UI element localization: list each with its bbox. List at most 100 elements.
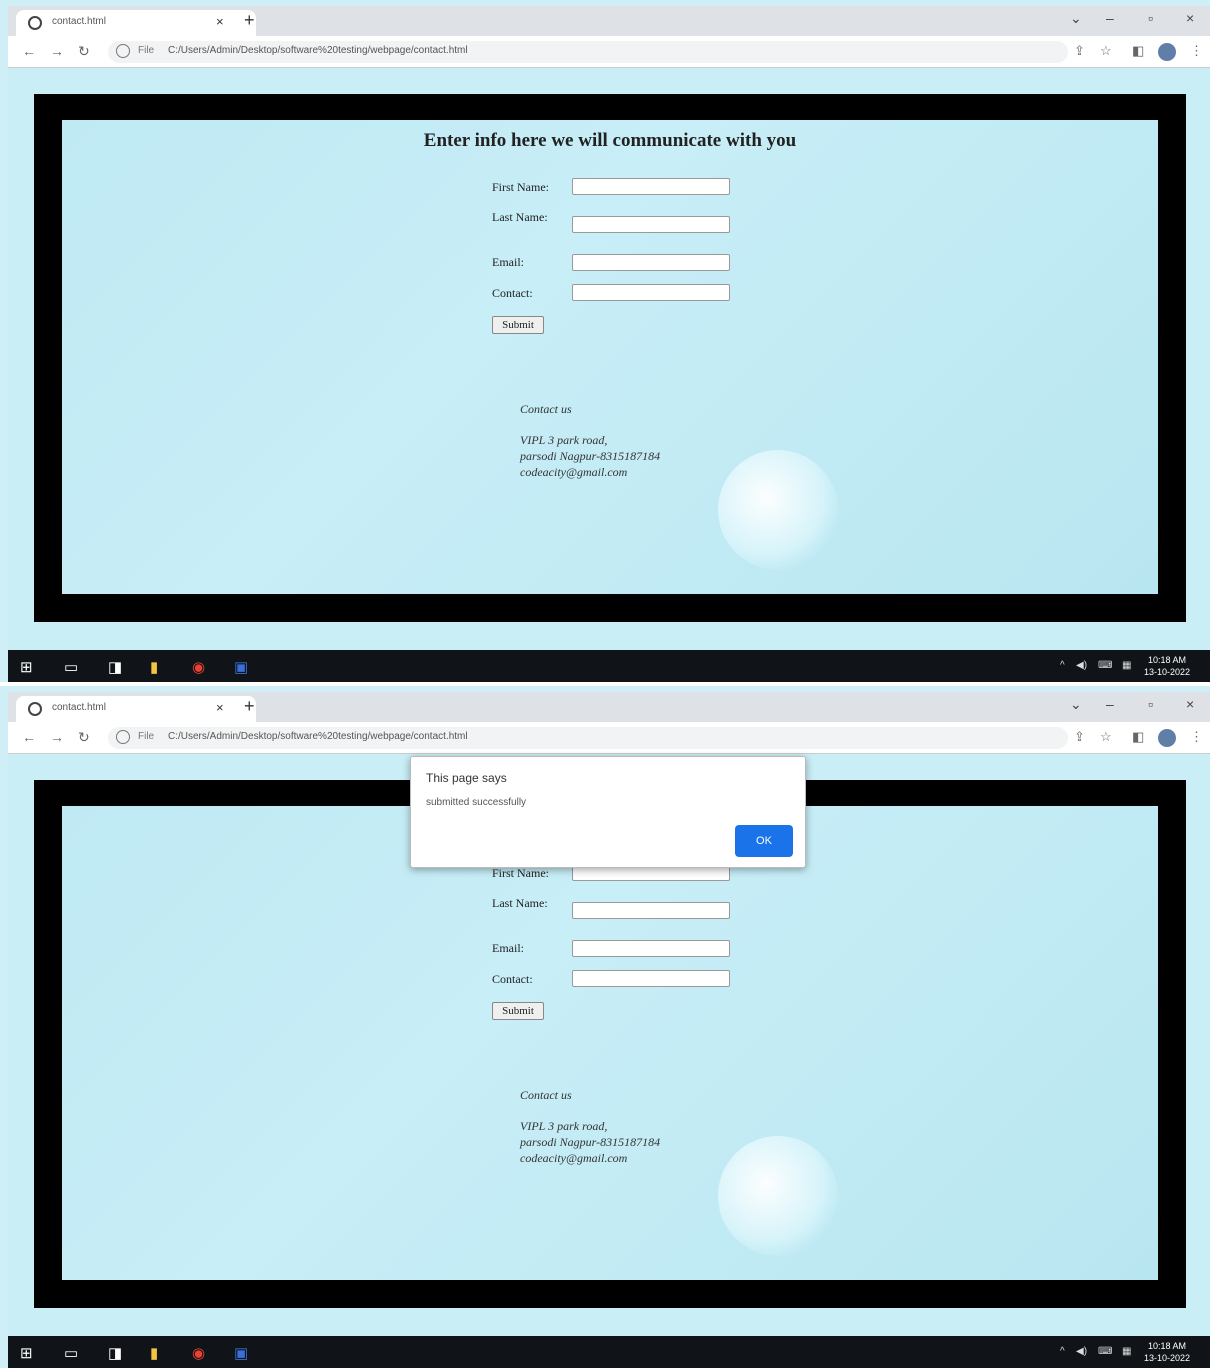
info-icon[interactable] [116,730,130,744]
clock-date: 13-10-2022 [1144,667,1191,677]
task-view-icon[interactable]: ▭ [64,1344,78,1362]
submit-button[interactable]: Submit [492,316,544,334]
url-scheme: File [138,45,155,56]
close-window-icon[interactable]: × [1186,10,1194,26]
bookmark-star-icon[interactable]: ☆ [1100,43,1112,59]
volume-icon[interactable]: ◀) [1076,1346,1087,1357]
new-tab-icon[interactable]: + [244,10,255,31]
word-icon[interactable]: ▣ [234,658,248,676]
email-input[interactable] [572,254,730,271]
sidepanel-icon[interactable]: ◧ [1132,43,1144,59]
address-bar[interactable]: File C:/Users/Admin/Desktop/software%20t… [108,727,1068,749]
chrome-icon[interactable]: ◉ [192,658,205,676]
sidepanel-icon[interactable]: ◧ [1132,729,1144,745]
maximize-icon[interactable]: ▫ [1148,696,1153,712]
browser-tab[interactable]: contact.html × [16,696,256,722]
browser-toolbar: ← → ↻ File C:/Users/Admin/Desktop/softwa… [8,722,1210,754]
page-title: Enter info here we will communicate with… [423,130,797,151]
share-icon[interactable]: ⇪ [1074,43,1085,59]
taskbar-clock[interactable]: 10:18 AM 13-10-2022 [1144,1340,1190,1364]
forward-icon[interactable]: → [50,43,64,59]
minimize-icon[interactable]: – [1106,10,1114,26]
tab-strip: contact.html × + ⌄ – ▫ × [8,692,1210,722]
url-text: C:/Users/Admin/Desktop/software%20testin… [168,731,468,742]
url-scheme: File [138,731,155,742]
email-input[interactable] [572,940,730,957]
email-label: Email: [492,255,524,269]
close-tab-icon[interactable]: × [216,14,224,29]
new-tab-icon[interactable]: + [244,696,255,717]
last-name-input[interactable] [572,902,730,919]
email-label: Email: [492,941,524,955]
contact-us-heading: Contact us [520,1088,572,1102]
tray-chevron-icon[interactable]: ^ [1060,1346,1065,1357]
taskbar-clock[interactable]: 10:18 AM 13-10-2022 [1144,654,1190,678]
address-line: parsodi Nagpur-8315187184 [520,1135,661,1149]
bookmark-star-icon[interactable]: ☆ [1100,729,1112,745]
forward-icon[interactable]: → [50,729,64,745]
file-explorer-icon[interactable]: ▮ [150,1344,158,1362]
maximize-icon[interactable]: ▫ [1148,10,1153,26]
last-name-label: Last Name: [492,896,548,910]
volume-icon[interactable]: ◀) [1076,660,1087,671]
menu-kebab-icon[interactable]: ⋮ [1190,729,1203,745]
menu-kebab-icon[interactable]: ⋮ [1190,43,1203,59]
windows-taskbar: ⊞ ▭ ◨ ▮ ◉ ▣ ^ ◀) ⌨ ▦ 10:18 AM 13-10-2022 [8,650,1210,682]
back-icon[interactable]: ← [22,43,36,59]
tray-chevron-icon[interactable]: ^ [1060,660,1065,671]
first-name-input[interactable] [572,178,730,195]
alert-dialog: This page says submitted successfully OK [410,756,806,868]
profile-avatar[interactable] [1158,729,1176,747]
info-icon[interactable] [116,44,130,58]
back-icon[interactable]: ← [22,729,36,745]
contact-input[interactable] [572,284,730,301]
address-bar[interactable]: File C:/Users/Admin/Desktop/software%20t… [108,41,1068,63]
screenshot-before-submit: contact.html × + ⌄ – ▫ × ← → ↻ File C:/U… [0,0,1210,682]
tab-strip: contact.html × + ⌄ – ▫ × [8,6,1210,36]
browser-toolbar: ← → ↻ File C:/Users/Admin/Desktop/softwa… [8,36,1210,68]
alert-message: submitted successfully [426,797,527,808]
minimize-icon[interactable]: – [1106,696,1114,712]
contact-us-heading: Contact us [520,402,572,416]
network-icon[interactable]: ▦ [1122,1346,1131,1357]
language-indicator[interactable]: ⌨ [1098,1346,1112,1357]
task-view-icon[interactable]: ▭ [64,658,78,676]
address-line: VIPL 3 park road, [520,433,608,447]
address-line: parsodi Nagpur-8315187184 [520,449,661,463]
file-explorer-icon[interactable]: ▮ [150,658,158,676]
contact-label: Contact: [492,972,533,986]
browser-tab[interactable]: contact.html × [16,10,256,36]
last-name-label: Last Name: [492,210,548,224]
clock-time: 10:18 AM [1148,1341,1187,1351]
windows-start-icon[interactable]: ⊞ [20,658,33,676]
windows-start-icon[interactable]: ⊞ [20,1344,33,1362]
share-icon[interactable]: ⇪ [1074,729,1085,745]
language-indicator[interactable]: ⌨ [1098,660,1112,671]
store-icon[interactable]: ◨ [108,1344,122,1362]
first-name-label: First Name: [492,866,549,880]
contact-input[interactable] [572,970,730,987]
profile-avatar[interactable] [1158,43,1176,61]
network-icon[interactable]: ▦ [1122,660,1131,671]
clock-time: 10:18 AM [1148,655,1187,665]
contact-address: VIPL 3 park road, parsodi Nagpur-8315187… [520,1118,660,1166]
last-name-input[interactable] [572,216,730,233]
email-address: codeacity@gmail.com [520,1151,628,1165]
close-tab-icon[interactable]: × [216,700,224,715]
page-viewport: Enter info here we will communicate with… [8,68,1210,650]
store-icon[interactable]: ◨ [108,658,122,676]
reload-icon[interactable]: ↻ [78,729,90,746]
word-icon[interactable]: ▣ [234,1344,248,1362]
globe-icon [28,16,42,30]
email-address: codeacity@gmail.com [520,465,628,479]
alert-title: This page says [426,771,507,785]
chrome-icon[interactable]: ◉ [192,1344,205,1362]
tab-search-icon[interactable]: ⌄ [1070,10,1082,27]
content-panel: Enter info here we will communicate with… [62,806,1158,1280]
ok-button[interactable]: OK [735,825,793,857]
close-window-icon[interactable]: × [1186,696,1194,712]
reload-icon[interactable]: ↻ [78,43,90,60]
first-name-label: First Name: [492,180,549,194]
submit-button[interactable]: Submit [492,1002,544,1020]
tab-search-icon[interactable]: ⌄ [1070,696,1082,713]
